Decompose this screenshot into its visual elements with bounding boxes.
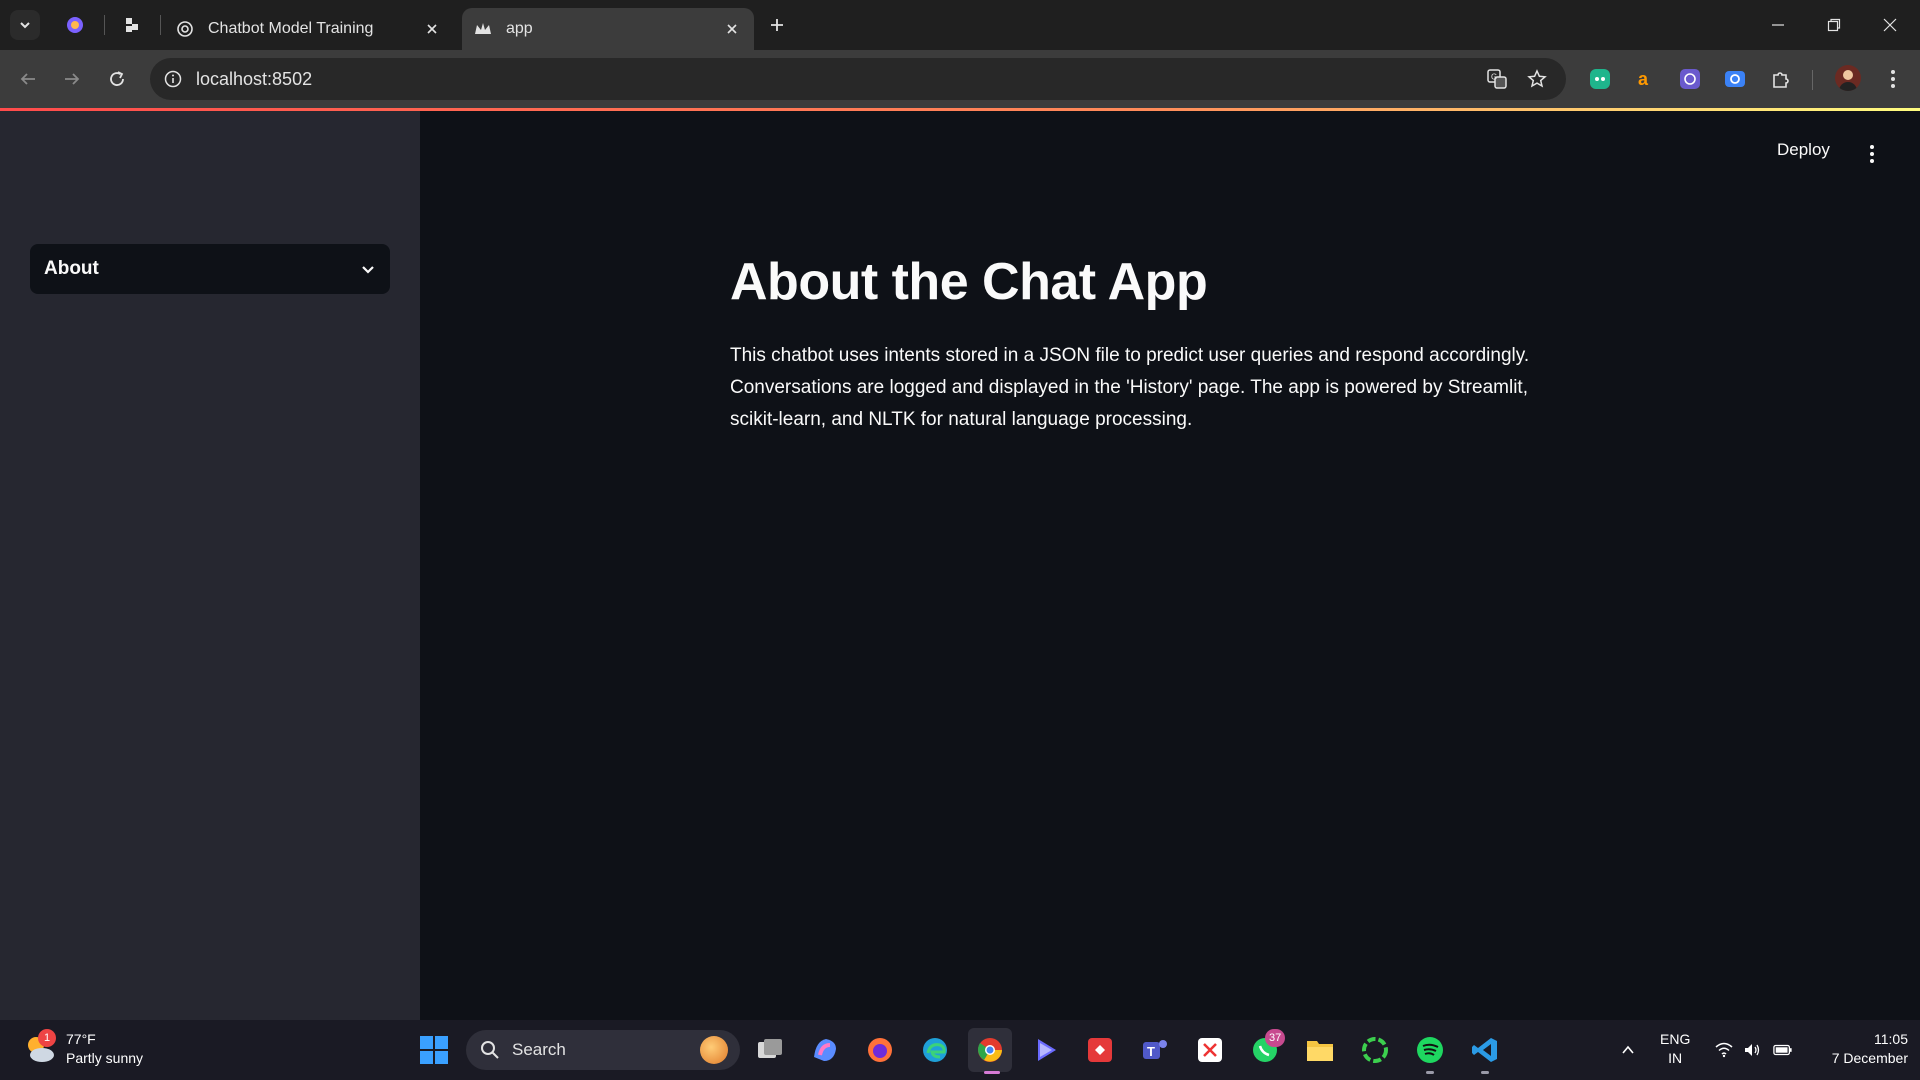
close-icon <box>1883 18 1897 32</box>
restore-icon <box>1827 18 1841 32</box>
search-highlight-icon <box>700 1036 728 1064</box>
tab-title: Chatbot Model Training <box>208 20 374 37</box>
replit-tab-icon[interactable] <box>118 10 148 40</box>
reload-icon <box>110 71 124 86</box>
puzzle-icon[interactable] <box>1768 66 1794 92</box>
app-red-icon[interactable] <box>1078 1028 1122 1072</box>
volume-icon[interactable] <box>1742 1040 1762 1060</box>
new-tab-button[interactable] <box>762 10 792 40</box>
forward-button[interactable] <box>57 64 87 94</box>
partly-sunny-icon: 1 <box>22 1029 58 1067</box>
chevron-down-icon <box>362 266 374 274</box>
streamlit-crown-icon <box>474 20 492 38</box>
close-icon[interactable] <box>422 19 442 39</box>
restore-button[interactable] <box>1806 0 1862 50</box>
clock-time: 11:05 <box>1874 1031 1908 1047</box>
minimize-button[interactable] <box>1750 0 1806 50</box>
teams-icon[interactable]: T <box>1133 1028 1177 1072</box>
page-selectbox[interactable]: About <box>30 244 390 294</box>
back-button[interactable] <box>13 64 43 94</box>
tab-app[interactable]: app <box>462 8 754 50</box>
tab-separator <box>104 15 105 35</box>
reload-button[interactable] <box>102 64 132 94</box>
whatsapp-badge: 37 <box>1265 1029 1286 1047</box>
taskbar-search[interactable]: Search <box>466 1030 740 1070</box>
sidebar: About <box>0 111 420 1020</box>
media-player-icon[interactable] <box>1023 1028 1067 1072</box>
tab-search-button[interactable] <box>10 10 40 40</box>
browser-tab-strip: Chatbot Model Training app <box>0 0 1920 50</box>
chrome-icon[interactable] <box>968 1028 1012 1072</box>
url-text[interactable]: localhost:8502 <box>196 69 312 90</box>
deploy-button[interactable]: Deploy <box>1777 140 1830 160</box>
search-label: Search <box>512 1040 566 1059</box>
arrow-left-icon <box>20 73 35 85</box>
search-icon <box>481 1041 499 1059</box>
battery-icon[interactable] <box>1773 1040 1793 1060</box>
page-title: About the Chat App <box>730 253 1208 311</box>
selectbox-value: About <box>44 258 99 279</box>
clock-date: 7 December <box>1831 1050 1908 1066</box>
profile-avatar[interactable] <box>1835 65 1861 91</box>
edge-icon[interactable] <box>913 1028 957 1072</box>
bookmark-star-icon[interactable] <box>1524 67 1550 91</box>
weather-condition: Partly sunny <box>66 1050 144 1066</box>
openai-icon <box>176 20 194 38</box>
close-window-button[interactable] <box>1862 0 1918 50</box>
main-menu-button[interactable] <box>1862 140 1882 168</box>
weather-badge: 1 <box>38 1029 56 1047</box>
file-explorer-icon[interactable] <box>1298 1028 1342 1072</box>
main-content <box>420 111 1920 1020</box>
svg-text:G: G <box>1491 73 1497 82</box>
spotify-icon[interactable] <box>1408 1028 1452 1072</box>
firefox-icon[interactable] <box>858 1028 902 1072</box>
weather-temp: 77°F <box>66 1031 96 1047</box>
tab-chatbot-model-training[interactable]: Chatbot Model Training <box>164 8 454 50</box>
toolbar-separator <box>1812 70 1813 90</box>
windows-start-icon[interactable] <box>412 1028 456 1072</box>
spotify-running-indicator <box>1426 1071 1434 1074</box>
browser-toolbar: localhost:8502 G a <box>0 50 1920 108</box>
chevron-up-icon[interactable] <box>1618 1040 1638 1060</box>
extension-camera-icon[interactable] <box>1722 66 1748 92</box>
snipping-tool-icon[interactable] <box>1188 1028 1232 1072</box>
minimize-icon <box>1772 24 1784 26</box>
arrow-right-icon <box>65 73 80 85</box>
svg-text:a: a <box>1638 69 1649 89</box>
vscode-running-indicator <box>1481 1071 1489 1074</box>
copilot-tab-icon[interactable] <box>60 10 90 40</box>
amazon-extension-icon[interactable]: a <box>1632 66 1658 92</box>
task-view-icon[interactable] <box>748 1028 792 1072</box>
extension-purple-icon[interactable] <box>1677 66 1703 92</box>
translate-icon[interactable]: G <box>1484 67 1510 91</box>
vscode-icon[interactable] <box>1463 1028 1507 1072</box>
page-description: This chatbot uses intents stored in a JS… <box>730 345 1530 430</box>
system-clock[interactable]: 11:05 7 December <box>1812 1030 1908 1068</box>
close-icon[interactable] <box>722 19 742 39</box>
kebab-menu-icon[interactable] <box>1880 66 1906 92</box>
svg-text:T: T <box>1147 1044 1155 1059</box>
language-region: IN <box>1668 1050 1683 1066</box>
site-info-icon[interactable] <box>160 66 186 92</box>
tab-separator <box>160 15 161 35</box>
app-green-ring-icon[interactable] <box>1353 1028 1397 1072</box>
kebab-menu-icon <box>1870 145 1874 163</box>
tab-title: app <box>506 20 533 37</box>
plus-icon <box>771 19 783 31</box>
language-code: ENG <box>1660 1031 1691 1047</box>
extension-green-icon[interactable] <box>1587 66 1613 92</box>
wifi-icon[interactable] <box>1714 1040 1734 1060</box>
chevron-down-icon <box>20 22 30 29</box>
address-bar[interactable]: localhost:8502 G <box>150 58 1566 100</box>
copilot-icon[interactable] <box>803 1028 847 1072</box>
weather-widget[interactable]: 1 77°F Partly sunny <box>22 1029 144 1068</box>
language-indicator[interactable]: ENG IN <box>1660 1030 1690 1068</box>
chrome-active-indicator <box>984 1071 1000 1074</box>
